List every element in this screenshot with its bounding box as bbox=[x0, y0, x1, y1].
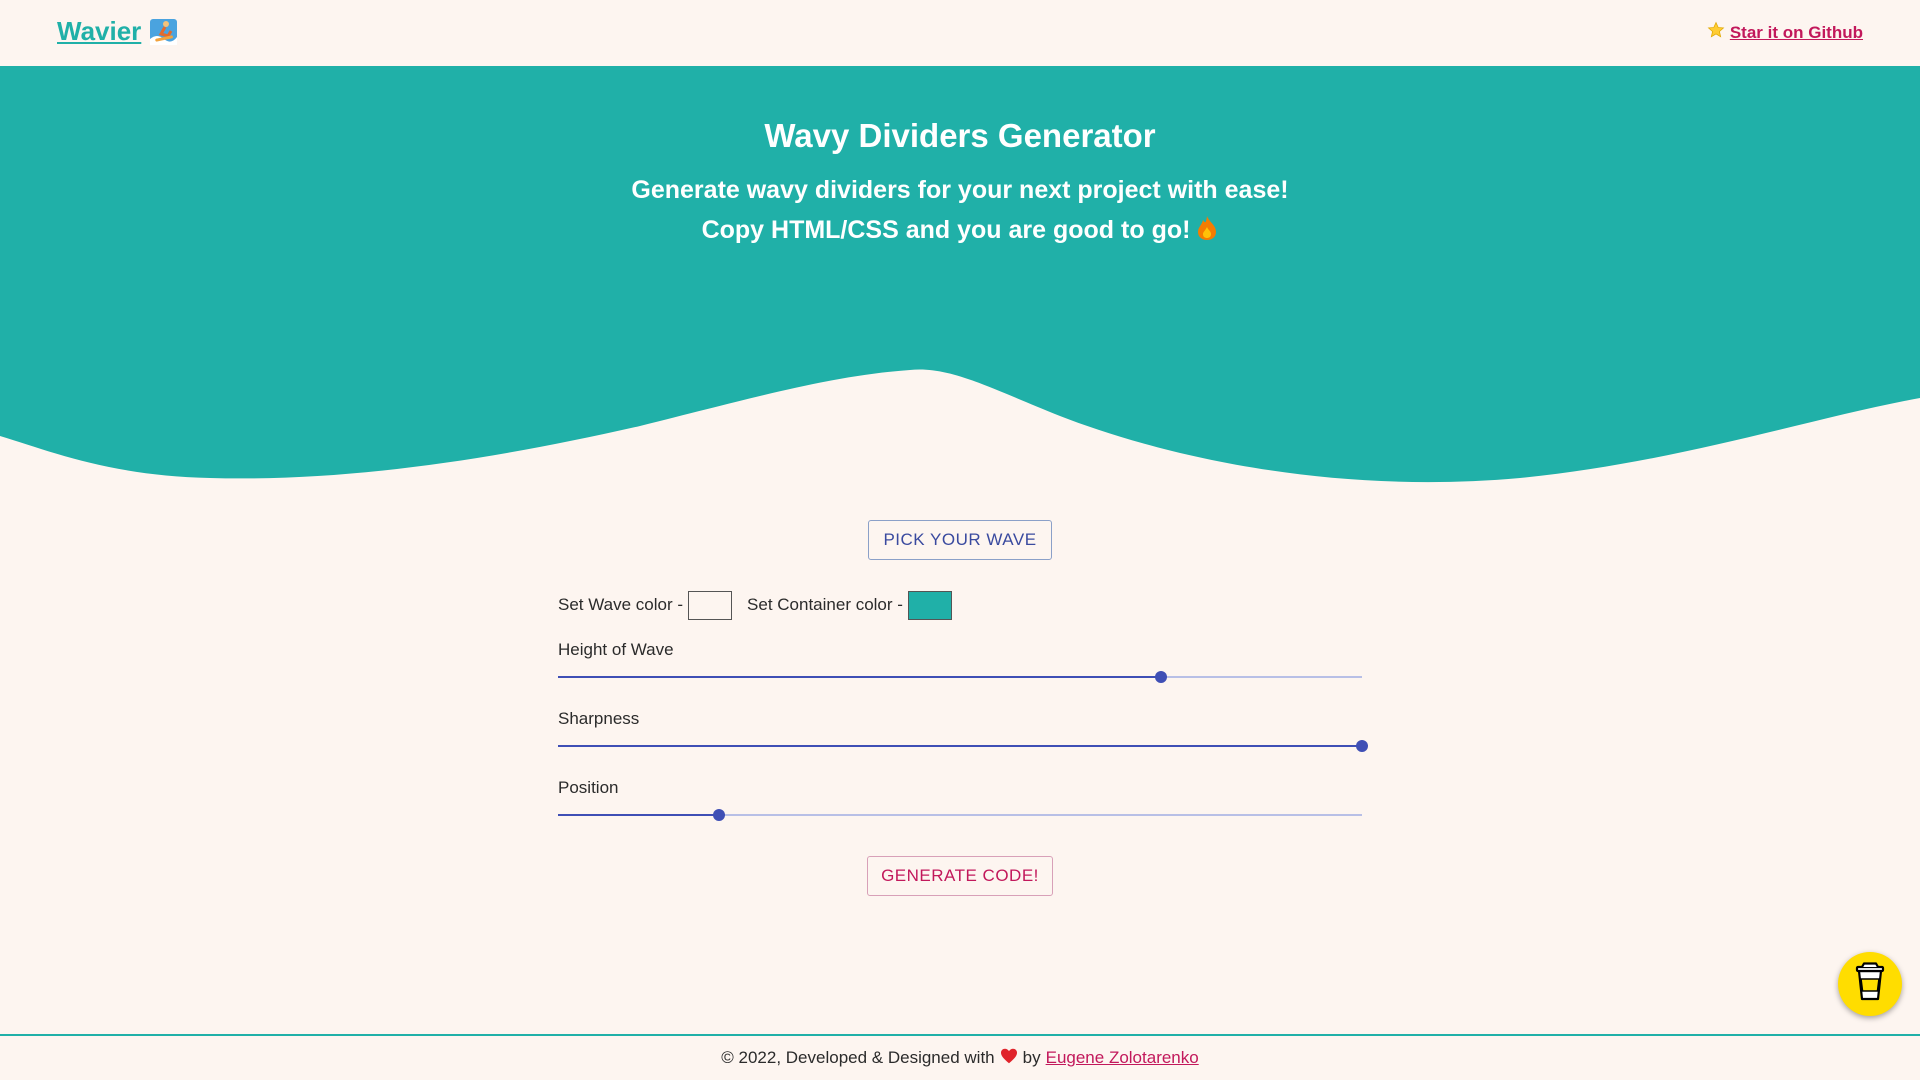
container-color-picker[interactable] bbox=[907, 590, 952, 620]
hero-subtitle-line2-text: Copy HTML/CSS and you are good to go! bbox=[701, 216, 1191, 244]
container-color-label: Set Container color - bbox=[747, 595, 903, 614]
position-slider-label: Position bbox=[558, 778, 619, 797]
heart-icon bbox=[1000, 1048, 1018, 1069]
position-slider[interactable] bbox=[558, 808, 1362, 822]
author-link[interactable]: Eugene Zolotarenko bbox=[1046, 1048, 1199, 1068]
slider-fill bbox=[558, 814, 719, 816]
hero-subtitle-line1: Generate wavy dividers for your next pro… bbox=[631, 176, 1289, 204]
slider-fill bbox=[558, 745, 1362, 747]
top-bar: Wavier Star it on Github bbox=[0, 0, 1920, 66]
slider-thumb[interactable] bbox=[1356, 740, 1368, 752]
github-link-label: Star it on Github bbox=[1729, 22, 1863, 42]
hero-section: Wavy Dividers Generator Generate wavy di… bbox=[0, 66, 1920, 486]
slider-thumb[interactable] bbox=[712, 809, 725, 821]
slider-thumb[interactable] bbox=[1155, 671, 1167, 683]
height-slider[interactable] bbox=[558, 670, 1362, 684]
footer-text: © 2022, Developed & Designed with bbox=[721, 1048, 995, 1067]
logo-link[interactable]: Wavier bbox=[57, 16, 179, 47]
height-slider-label: Height of Wave bbox=[558, 640, 674, 659]
footer-by: by bbox=[1022, 1048, 1041, 1067]
coffee-cup-icon bbox=[1853, 961, 1887, 1007]
wave-color-picker[interactable] bbox=[688, 590, 733, 620]
buy-me-coffee-button[interactable] bbox=[1838, 952, 1902, 1016]
surfer-icon bbox=[149, 17, 179, 47]
generate-code-button[interactable]: GENERATE CODE! bbox=[867, 856, 1053, 896]
footer: © 2022, Developed & Designed with by Eug… bbox=[0, 1034, 1920, 1080]
logo-text: Wavier bbox=[57, 16, 142, 46]
sharpness-slider-label: Sharpness bbox=[558, 709, 640, 728]
star-icon bbox=[1707, 21, 1725, 44]
github-star-link[interactable]: Star it on Github bbox=[1707, 21, 1863, 44]
sharpness-slider[interactable] bbox=[558, 739, 1368, 753]
pick-wave-button[interactable]: PICK YOUR WAVE bbox=[868, 520, 1052, 560]
color-settings-row: Set Wave color - Set Container color - bbox=[558, 590, 967, 620]
fire-icon bbox=[1196, 215, 1218, 248]
hero-subtitle-line2: Copy HTML/CSS and you are good to go! bbox=[0, 215, 1920, 248]
wave-color-label: Set Wave color - bbox=[558, 595, 684, 614]
hero-title: Wavy Dividers Generator bbox=[764, 117, 1156, 154]
slider-fill bbox=[558, 676, 1161, 678]
